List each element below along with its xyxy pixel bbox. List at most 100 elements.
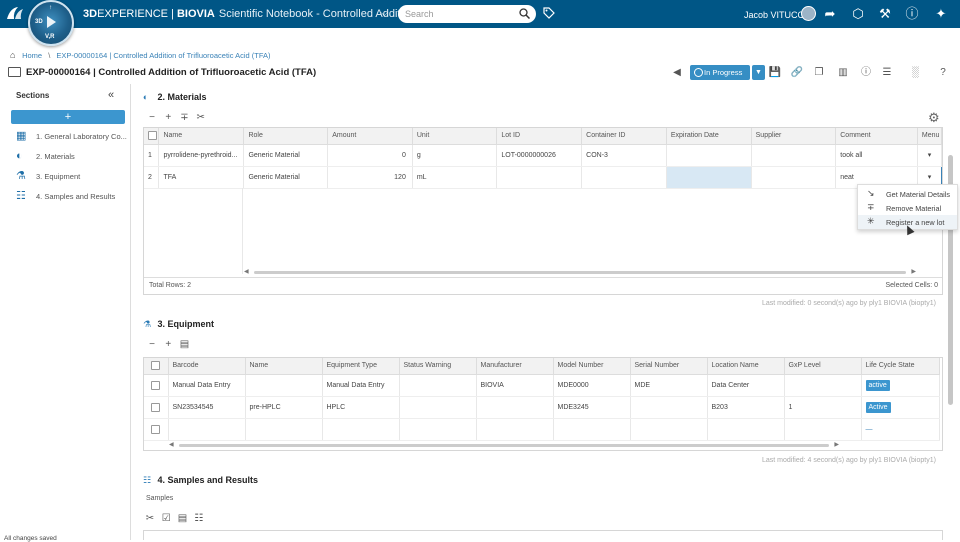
experiment-icon: [8, 67, 21, 77]
table-row[interactable]: —: [144, 418, 940, 441]
column-header[interactable]: Lot ID: [496, 128, 583, 145]
panel-icon[interactable]: ▥: [836, 66, 850, 80]
samples-sublabel: Samples: [146, 495, 174, 502]
document-menu-icon[interactable]: ☰: [880, 66, 894, 80]
column-header[interactable]: Role: [243, 128, 329, 145]
row-context-menu: ↘ Get Material Details ∓ Remove Material…: [857, 184, 958, 230]
share-arrow-icon[interactable]: ➦: [822, 6, 838, 22]
column-header[interactable]: Unit: [412, 128, 498, 145]
row-menu-button[interactable]: ▾: [917, 144, 943, 167]
column-header[interactable]: Expiration Date: [666, 128, 752, 145]
compass-apps-icon[interactable]: ✦: [933, 6, 949, 22]
help-question-icon[interactable]: ?: [936, 66, 950, 80]
row-checkbox[interactable]: [144, 374, 169, 397]
column-header[interactable]: Model Number: [553, 358, 631, 375]
microscope-icon: ⚗: [16, 170, 26, 182]
copy-icon[interactable]: ❐: [812, 66, 826, 80]
column-header[interactable]: Name: [245, 358, 323, 375]
sections-sidebar: Sections « + ▦ 1. General Laboratory Co.…: [0, 84, 131, 540]
grid-empty-area: [159, 188, 243, 274]
search-icon[interactable]: [519, 8, 530, 19]
column-header[interactable]: Name: [158, 128, 245, 145]
help-icon[interactable]: ⓘ: [904, 6, 920, 22]
materials-toolbar: − + ∓ ✂: [145, 112, 208, 124]
breadcrumb-current[interactable]: EXP-00000164 | Controlled Addition of Tr…: [56, 51, 270, 60]
column-header[interactable]: Serial Number: [630, 358, 708, 375]
page-title: EXP-00000164 | Controlled Addition of Tr…: [26, 67, 317, 78]
equipment-heading: ⚗ 3. Equipment: [143, 319, 215, 329]
info-icon[interactable]: ⓘ: [859, 66, 873, 80]
collapse-sidebar-icon[interactable]: «: [108, 89, 114, 101]
column-header[interactable]: GxP Level: [784, 358, 862, 375]
add-equipment-icon[interactable]: +: [161, 339, 175, 350]
avatar[interactable]: [801, 6, 816, 21]
home-icon[interactable]: ⌂: [10, 50, 20, 60]
remove-material-icon[interactable]: −: [145, 112, 159, 123]
equipment-toolbar: − + ▤: [145, 339, 191, 351]
status-dropdown-button[interactable]: ▼: [752, 65, 765, 80]
column-header[interactable]: Manufacturer: [476, 358, 554, 375]
add-material-icon[interactable]: +: [161, 112, 175, 123]
database-icon[interactable]: ▤: [175, 513, 189, 524]
column-header[interactable]: Location Name: [707, 358, 785, 375]
microscope-icon: ⚗: [143, 319, 152, 329]
status-button[interactable]: In Progress: [690, 65, 750, 80]
materials-horizontal-scrollbar[interactable]: ◀ ▶: [244, 269, 916, 275]
materials-last-modified: Last modified: 0 second(s) ago by ply1 B…: [762, 300, 936, 307]
add-section-button[interactable]: +: [11, 110, 125, 124]
database-icon[interactable]: ▤: [177, 339, 191, 350]
clipboard-icon[interactable]: ☷: [192, 513, 206, 524]
search-input[interactable]: Search: [398, 5, 536, 23]
column-header[interactable]: Amount: [327, 128, 413, 145]
remove-icon: ∓: [867, 202, 875, 212]
column-header[interactable]: Life Cycle State: [861, 358, 940, 375]
scissors-icon[interactable]: ✂: [194, 112, 208, 123]
sidebar-heading: Sections: [16, 91, 50, 100]
column-header[interactable]: Status Warning: [399, 358, 477, 375]
asterisk-icon: ✳: [867, 216, 875, 226]
clipboard-icon: ☷: [16, 190, 26, 202]
user-name[interactable]: Jacob VITUCCI: [744, 10, 807, 20]
dassault-logo-icon[interactable]: [4, 4, 26, 24]
clipboard-icon: ☷: [143, 475, 152, 485]
column-header[interactable]: Menu: [917, 128, 943, 145]
remove-equipment-icon[interactable]: −: [145, 339, 159, 350]
checklist-icon[interactable]: ☑: [159, 513, 173, 524]
play-left-icon[interactable]: ◀: [670, 66, 684, 80]
materials-heading: ◐ 2. Materials: [143, 92, 207, 102]
table-row[interactable]: 2 TFA Generic Material 120 mL neat ▾: [144, 165, 943, 189]
materials-icon: ◐: [143, 92, 149, 102]
menu-item-remove-material[interactable]: ∓ Remove Material: [858, 201, 957, 215]
column-header[interactable]: Container ID: [581, 128, 667, 145]
column-header[interactable]: Comment: [835, 128, 918, 145]
table-row[interactable]: Manual Data Entry Manual Data Entry BIOV…: [144, 374, 940, 397]
chart-menu-icon[interactable]: ░: [908, 66, 922, 80]
title-chevron-down-icon[interactable]: ⌵: [381, 8, 388, 19]
total-rows-label: Total Rows: 2: [149, 282, 192, 289]
table-row[interactable]: SN23534545 pre-HPLC HPLC MDE3245 B203 1 …: [144, 396, 940, 419]
tag-icon[interactable]: [542, 6, 556, 20]
select-all-checkbox[interactable]: [144, 358, 169, 375]
column-header[interactable]: Barcode: [168, 358, 246, 375]
scissors-icon[interactable]: ✂: [143, 513, 157, 524]
row-checkbox[interactable]: [144, 418, 169, 441]
tools-icon[interactable]: ⚒: [877, 6, 893, 22]
select-all-checkbox[interactable]: [144, 128, 160, 145]
menu-item-get-material-details[interactable]: ↘ Get Material Details: [858, 187, 957, 201]
column-header[interactable]: Supplier: [751, 128, 837, 145]
column-header[interactable]: Equipment Type: [322, 358, 400, 375]
samples-heading: ☷ 4. Samples and Results: [143, 475, 259, 485]
compass-widget[interactable]: ↑ 3D V,R: [28, 0, 74, 46]
breadcrumb-home[interactable]: Home: [22, 51, 42, 60]
link-icon[interactable]: 🔗: [790, 66, 804, 80]
equipment-horizontal-scrollbar[interactable]: ◀ ▶: [169, 442, 839, 448]
save-icon[interactable]: 💾: [768, 66, 782, 80]
status-badge: Active: [865, 401, 891, 413]
row-checkbox[interactable]: [144, 396, 169, 419]
settings-gear-icon[interactable]: ⚙: [928, 110, 940, 126]
add-row-icon[interactable]: ∓: [177, 112, 191, 123]
share-network-icon[interactable]: ⬡: [850, 6, 866, 22]
title-row: EXP-00000164 | Controlled Addition of Tr…: [8, 65, 960, 80]
equipment-last-modified: Last modified: 4 second(s) ago by ply1 B…: [762, 457, 936, 464]
table-row[interactable]: 1 pyrrolidene-pyrethroid... Generic Mate…: [144, 144, 943, 167]
